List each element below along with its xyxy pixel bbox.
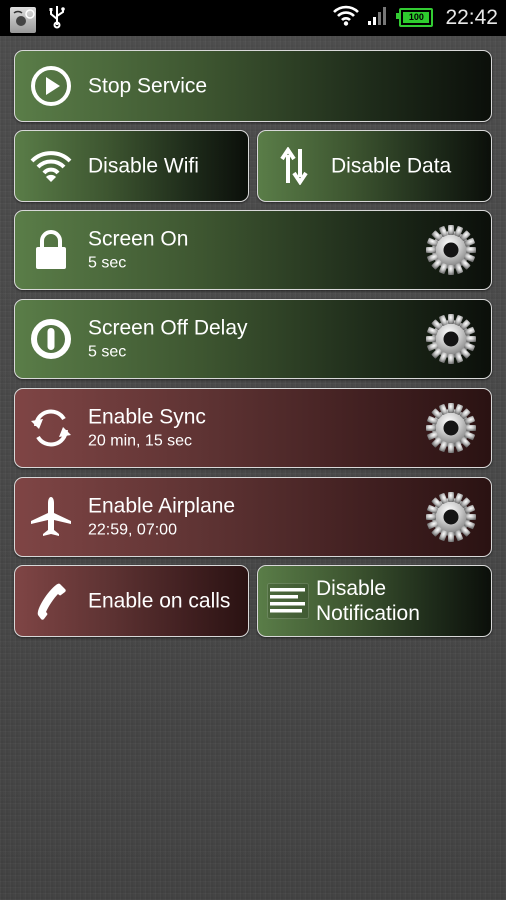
status-bar: 100 22:42	[0, 0, 506, 36]
tile-label: Enable Sync	[88, 405, 206, 429]
disable-notification-button[interactable]: Disable Notification	[257, 565, 492, 637]
tile-sublabel: 22:59, 07:00	[88, 521, 177, 539]
data-arrows-icon	[272, 144, 316, 188]
gear-icon[interactable]	[423, 311, 479, 367]
tile-label: Screen Off Delay	[88, 316, 248, 340]
power-icon	[29, 317, 73, 361]
battery-icon: 100	[396, 8, 434, 27]
usb-icon	[48, 5, 66, 34]
tile-label: Disable Wifi	[88, 154, 199, 178]
lock-icon	[29, 228, 73, 272]
sync-icon	[29, 406, 73, 450]
enable-on-calls-button[interactable]: Enable on calls	[14, 565, 249, 637]
signal-icon	[367, 5, 391, 30]
tile-label: Disable Data	[331, 154, 452, 178]
wifi-icon	[333, 4, 360, 31]
screen-on-button[interactable]: Screen On 5 sec	[14, 210, 492, 290]
play-icon	[29, 64, 73, 108]
tile-sublabel: 5 sec	[88, 343, 127, 361]
gear-icon[interactable]	[423, 222, 479, 278]
disable-data-button[interactable]: Disable Data	[257, 130, 492, 202]
gear-icon[interactable]	[423, 400, 479, 456]
disable-wifi-button[interactable]: Disable Wifi	[14, 130, 249, 202]
tile-sublabel: 20 min, 15 sec	[88, 432, 193, 450]
tile-label: Enable Airplane	[88, 494, 236, 518]
enable-airplane-button[interactable]: Enable Airplane 22:59, 07:00	[14, 477, 492, 557]
airplane-icon	[29, 495, 73, 539]
tile-label-line1: Disable	[316, 577, 387, 600]
clock: 22:42	[445, 5, 498, 29]
tile-label: Enable on calls	[88, 589, 231, 613]
screen-off-delay-button[interactable]: Screen Off Delay 5 sec	[14, 299, 492, 379]
phone-icon	[29, 579, 73, 623]
stop-service-button[interactable]: Stop Service	[14, 50, 492, 122]
notification-icon	[266, 579, 310, 623]
app-notification-icon	[10, 6, 36, 33]
tile-sublabel: 5 sec	[88, 254, 127, 272]
tile-label: Stop Service	[88, 74, 208, 98]
gear-icon[interactable]	[423, 489, 479, 545]
enable-sync-button[interactable]: Enable Sync 20 min, 15 sec	[14, 388, 492, 468]
tile-label-line2: Notification	[316, 602, 420, 625]
battery-level: 100	[403, 12, 430, 23]
tile-label: Screen On	[88, 227, 189, 251]
wifi-icon	[29, 144, 73, 188]
